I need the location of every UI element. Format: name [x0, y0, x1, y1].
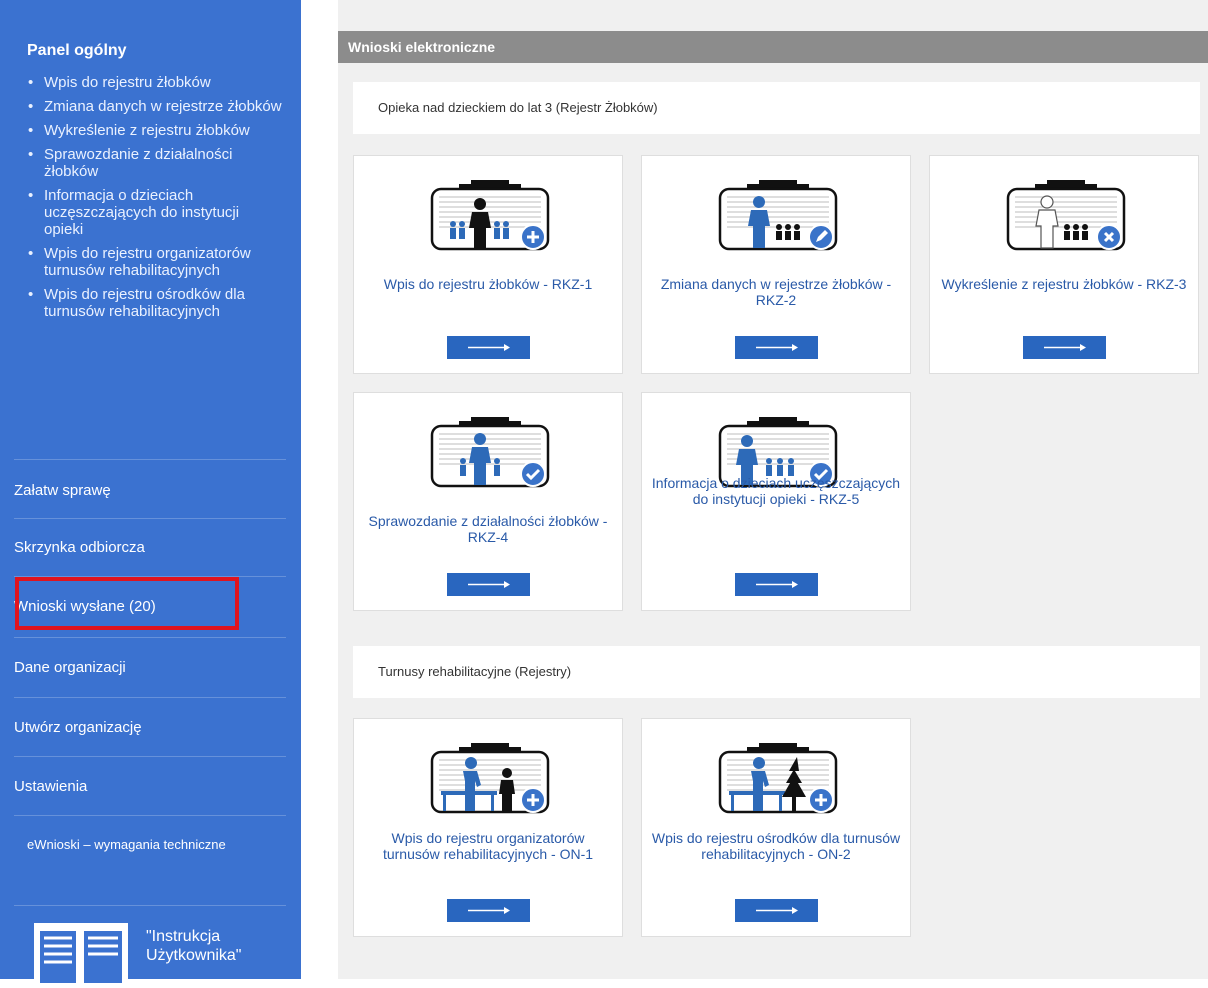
- arrow-right-icon: [467, 907, 510, 914]
- panel-links-list: Wpis do rejestru żłobków Zmiana danych w…: [27, 74, 282, 327]
- divider: [14, 637, 286, 638]
- sidebar-link-rkz-4[interactable]: Sprawozdanie z działalności żłobków: [27, 146, 282, 180]
- card-title[interactable]: Wykreślenie z rejestru żłobków - RKZ-3: [938, 276, 1190, 292]
- card-rkz-4: Sprawozdanie z działalności żłobków - RK…: [353, 392, 623, 611]
- sidebar-link-rkz-5[interactable]: Informacja o dzieciach uczęszczających d…: [27, 187, 282, 238]
- nav-skrzynka-odbiorcza[interactable]: Skrzynka odbiorcza: [14, 539, 286, 556]
- go-arrow-button[interactable]: [735, 573, 818, 596]
- go-arrow-button[interactable]: [735, 899, 818, 922]
- arrow-right-icon: [755, 344, 798, 351]
- card-title[interactable]: Wpis do rejestru żłobków - RKZ-1: [362, 276, 614, 292]
- nursery-register-edit-illustration: [717, 180, 839, 252]
- main-content: Wnioski elektroniczne Opieka nad dziecki…: [338, 0, 1208, 979]
- page-title: Wnioski elektroniczne: [338, 31, 1208, 63]
- card-rkz-3: Wykreślenie z rejestru żłobków - RKZ-3: [929, 155, 1199, 374]
- nav-utworz-organizacje[interactable]: Utwórz organizację: [14, 719, 286, 736]
- go-arrow-button[interactable]: [1023, 336, 1106, 359]
- card-title[interactable]: Informacja o dzieciach uczęszczających d…: [650, 475, 902, 507]
- go-arrow-button[interactable]: [447, 573, 530, 596]
- card-on-2: Wpis do rejestru ośrodków dla turnusów r…: [641, 718, 911, 937]
- card-title[interactable]: Wpis do rejestru ośrodków dla turnusów r…: [650, 830, 902, 862]
- arrow-right-icon: [755, 581, 798, 588]
- go-arrow-button[interactable]: [447, 336, 530, 359]
- arrow-right-icon: [755, 907, 798, 914]
- nursery-register-add-illustration: [429, 180, 551, 252]
- card-rkz-1: Wpis do rejestru żłobków - RKZ-1: [353, 155, 623, 374]
- nav-dane-organizacji[interactable]: Dane organizacji: [14, 659, 286, 676]
- divider: [14, 756, 286, 757]
- sidebar: Panel ogólny Wpis do rejestru żłobków Zm…: [0, 0, 301, 983]
- arrow-right-icon: [1043, 344, 1086, 351]
- card-title[interactable]: Zmiana danych w rejestrze żłobków - RKZ-…: [650, 276, 902, 308]
- rehab-organizer-illustration: [429, 743, 551, 815]
- rehab-center-illustration: [717, 743, 839, 815]
- nav-ustawienia[interactable]: Ustawienia: [14, 778, 286, 795]
- go-arrow-button[interactable]: [447, 899, 530, 922]
- go-arrow-button[interactable]: [735, 336, 818, 359]
- tech-requirements-link[interactable]: eWnioski – wymagania techniczne: [27, 837, 227, 853]
- sidebar-link-on-1[interactable]: Wpis do rejestru organizatorów turnusów …: [27, 245, 282, 279]
- divider: [14, 518, 286, 519]
- section-header-turnusy: Turnusy rehabilitacyjne (Rejestry): [353, 646, 1200, 698]
- card-title[interactable]: Sprawozdanie z działalności żłobków - RK…: [362, 513, 614, 545]
- nursery-register-remove-illustration: [1005, 180, 1127, 252]
- card-rkz-5: Informacja o dzieciach uczęszczających d…: [641, 392, 911, 611]
- card-on-1: Wpis do rejestru organizatorów turnusów …: [353, 718, 623, 937]
- divider: [14, 459, 286, 460]
- arrow-right-icon: [467, 344, 510, 351]
- divider: [14, 815, 286, 816]
- highlight-box: [15, 577, 239, 630]
- card-title[interactable]: Wpis do rejestru organizatorów turnusów …: [362, 830, 614, 862]
- section-header-zlobki: Opieka nad dzieckiem do lat 3 (Rejestr Ż…: [353, 82, 1200, 134]
- sidebar-link-on-2[interactable]: Wpis do rejestru ośrodków dla turnusów r…: [27, 286, 282, 320]
- sidebar-link-rkz-2[interactable]: Zmiana danych w rejestrze żłobków: [27, 98, 282, 115]
- nursery-report-illustration: [429, 417, 551, 489]
- sidebar-link-rkz-1[interactable]: Wpis do rejestru żłobków: [27, 74, 282, 91]
- user-manual-label: "Instrukcja Użytkownika": [146, 928, 242, 964]
- panel-title: Panel ogólny: [27, 42, 127, 59]
- nav-zalatw-sprawe[interactable]: Załatw sprawę: [14, 482, 286, 499]
- divider: [14, 697, 286, 698]
- manual-book-icon: [34, 923, 128, 983]
- arrow-right-icon: [467, 581, 510, 588]
- user-manual-link[interactable]: "Instrukcja Użytkownika": [20, 905, 280, 983]
- sidebar-link-rkz-3[interactable]: Wykreślenie z rejestru żłobków: [27, 122, 282, 139]
- card-rkz-2: Zmiana danych w rejestrze żłobków - RKZ-…: [641, 155, 911, 374]
